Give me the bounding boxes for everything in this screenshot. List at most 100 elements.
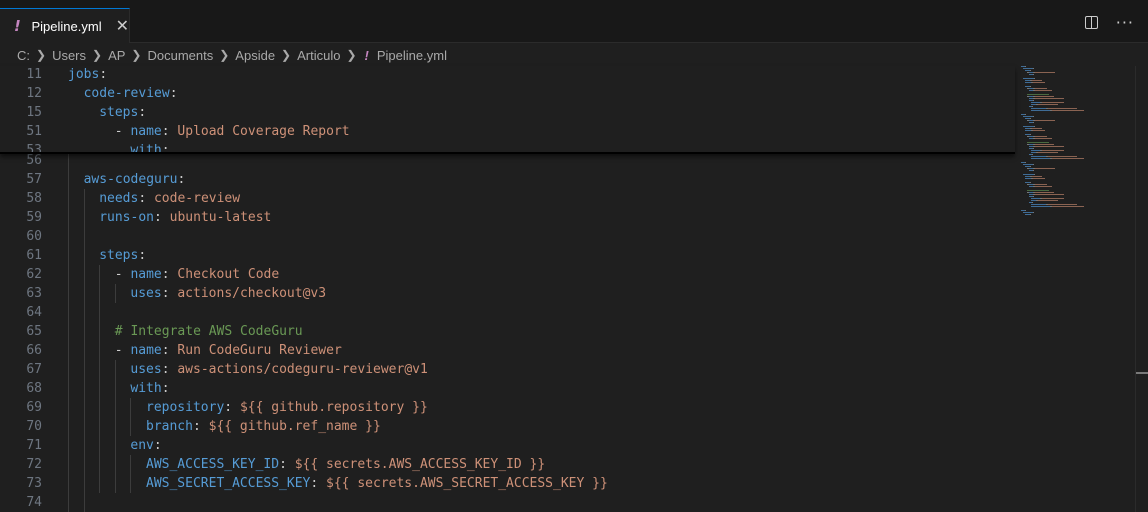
code-line[interactable]: 12 code-review: [0,84,1015,103]
code-line[interactable]: 68 with: [0,379,1015,398]
minimap-segment [1033,164,1034,165]
minimap-segment [1031,158,1050,159]
code-line[interactable]: 53 with: [0,141,1015,152]
code-text: runs-on: ubuntu-latest [99,210,272,225]
code-text: jobs: [68,67,108,82]
minimap-segment [1023,212,1033,213]
minimap-segment [1023,174,1034,175]
code-line[interactable]: 67 uses: aws-actions/codeguru-reviewer@v1 [0,360,1015,379]
minimap-segment [1052,158,1084,159]
minimap-segment [1035,98,1064,99]
chevron-right-icon: ❯ [219,48,230,62]
minimap[interactable] [1015,66,1135,512]
code-text: repository: ${{ github.repository }} [146,400,428,415]
tab-bar: ! Pipeline.yml ✕ ··· [0,0,1148,43]
tab-label: Pipeline.yml [31,18,102,34]
code-text: needs: code-review [99,191,241,206]
code-line[interactable]: 73 AWS_SECRET_ACCESS_KEY: ${{ secrets.AWS… [0,474,1015,493]
line-number: 11 [26,67,42,82]
minimap-segment [1048,156,1077,157]
breadcrumb-item[interactable]: Documents [147,48,213,63]
minimap-segment [1033,122,1034,123]
minimap-segment [1032,202,1033,203]
code-text: uses: actions/checkout@v3 [130,286,327,301]
scrollbar-thumb[interactable] [1136,372,1148,374]
code-text: steps: [99,248,147,263]
line-number: 69 [26,400,42,415]
code-text: code-review: [83,86,178,101]
minimap-segment [1042,150,1064,151]
code-line[interactable]: 71 env: [0,436,1015,455]
code-line[interactable]: 15 steps: [0,103,1015,122]
line-number: 72 [26,457,42,472]
line-number: 63 [26,286,42,301]
code-line[interactable]: 57 aws-codeguru: [0,170,1015,189]
minimap-segment [1034,78,1035,79]
minimap-segment [1030,214,1031,215]
editor-actions: ··· [1084,14,1134,30]
minimap-segment [1038,152,1058,153]
minimap-segment [1035,96,1054,97]
breadcrumb-item[interactable]: AP [108,48,125,63]
minimap-segment [1052,206,1084,207]
breadcrumb: C: ❯ Users ❯ AP ❯ Documents ❯ Apside ❯ Articulo ❯! P… [17,44,447,66]
minimap-segment [1034,126,1035,127]
breadcrumb-file[interactable]: Pipeline.yml [377,48,447,63]
chevron-right-icon: ❯ [346,48,357,62]
minimap-segment [1025,114,1026,115]
minimap-segment [1031,198,1040,199]
minimap-segment [1048,204,1077,205]
code-line[interactable]: 72 AWS_ACCESS_KEY_ID: ${{ secrets.AWS_ACC… [0,455,1015,474]
minimap-segment [1033,178,1045,179]
line-number: 51 [26,124,42,139]
breadcrumb-item[interactable]: Apside [235,48,275,63]
minimap-segment [1035,88,1047,89]
code-editor[interactable]: 11 jobs: 12 code-review: 15 steps: 51 - name: U… [0,66,1135,512]
sticky-scroll-header[interactable]: 11 jobs: 12 code-review: 15 steps: 51 - name: U… [0,66,1015,154]
minimap-segment [1035,138,1052,139]
close-icon[interactable]: ✕ [116,18,129,34]
code-line[interactable]: 69 repository: ${{ github.repository }} [0,398,1015,417]
code-text: AWS_ACCESS_KEY_ID: ${{ secrets.AWS_ACCES… [146,457,546,472]
vertical-scrollbar[interactable] [1135,66,1148,512]
yaml-file-icon: ! [364,47,369,63]
code-line[interactable]: 60 [0,227,1015,246]
tab-pipeline-yml[interactable]: ! Pipeline.yml ✕ [0,8,130,43]
code-line[interactable]: 63 uses: actions/checkout@v3 [0,284,1015,303]
code-line[interactable]: 70 branch: ${{ github.ref_name }} [0,417,1015,436]
line-number: 60 [26,229,42,244]
minimap-segment [1035,90,1052,91]
minimap-segment [1038,104,1058,105]
code-text: branch: ${{ github.ref_name }} [146,419,381,434]
code-line[interactable]: 11 jobs: [0,66,1015,84]
minimap-segment [1035,192,1054,193]
code-line[interactable]: 65 # Integrate AWS CodeGuru [0,322,1015,341]
code-line[interactable]: 51 - name: Upload Coverage Report [0,122,1015,141]
breadcrumb-item[interactable]: Users [52,48,86,63]
more-actions-icon[interactable]: ··· [1116,14,1134,30]
code-line[interactable]: 74 [0,493,1015,512]
code-line[interactable]: 64 [0,303,1015,322]
minimap-segment [1033,68,1034,69]
breadcrumb-item[interactable]: C: [17,48,30,63]
breadcrumb-item[interactable]: Articulo [297,48,340,63]
code-line[interactable]: 59 runs-on: ubuntu-latest [0,208,1015,227]
code-line[interactable]: 62 - name: Checkout Code [0,265,1015,284]
split-editor-icon[interactable] [1084,16,1098,29]
minimap-segment [1038,200,1058,201]
line-number: 67 [26,362,42,377]
code-line[interactable]: 66 - name: Run CodeGuru Reviewer [0,341,1015,360]
minimap-segment [1033,196,1034,197]
minimap-segment [1033,130,1045,131]
minimap-segment [1023,116,1033,117]
code-line[interactable]: 61 steps: [0,246,1015,265]
line-number: 73 [26,476,42,491]
code-text: with: [130,381,170,396]
minimap-segment [1033,170,1034,171]
line-number: 65 [26,324,42,339]
minimap-segment [1033,116,1034,117]
minimap-segment [1023,126,1034,127]
minimap-segment [1023,164,1033,165]
code-line[interactable]: 58 needs: code-review [0,189,1015,208]
line-number: 62 [26,267,42,282]
